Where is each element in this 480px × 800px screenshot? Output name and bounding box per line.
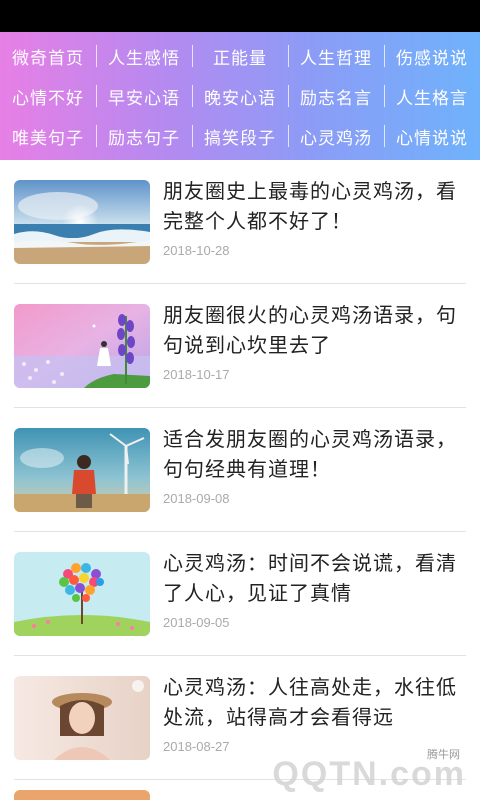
article-thumbnail <box>14 552 150 636</box>
nav-item[interactable]: 人生哲理 <box>288 36 384 76</box>
girl-lavender-image <box>14 304 150 388</box>
girl-windmill-image <box>14 428 150 512</box>
article-item[interactable]: 心灵鸡汤：时间不会说谎，看清了人心，见证了真情 2018-09-05 <box>0 532 480 656</box>
article-thumbnail <box>14 304 150 388</box>
article-date: 2018-08-27 <box>163 739 230 754</box>
article-date: 2018-10-17 <box>163 367 230 382</box>
article-date: 2018-09-05 <box>163 615 230 630</box>
nav-item[interactable]: 心灵鸡汤 <box>288 116 384 156</box>
sea-sunset-image <box>14 180 150 264</box>
article-date: 2018-10-28 <box>163 243 230 258</box>
girl-hat-image <box>14 676 150 760</box>
nav-item[interactable]: 早安心语 <box>96 76 192 116</box>
article-date: 2018-09-08 <box>163 491 230 506</box>
heart-tree-image <box>14 552 150 636</box>
nav-item[interactable]: 搞笑段子 <box>192 116 288 156</box>
nav-item[interactable]: 励志名言 <box>288 76 384 116</box>
nav-item[interactable]: 伤感说说 <box>384 36 480 76</box>
status-bar <box>0 0 480 32</box>
nav-item[interactable]: 心情说说 <box>384 116 480 156</box>
watermark-logo: QQTN.com <box>272 755 466 793</box>
nav-item[interactable]: 正能量 <box>192 36 288 76</box>
nav-item[interactable]: 唯美句子 <box>0 116 96 156</box>
article-title: 朋友圈史上最毒的心灵鸡汤，看完整个人都不好了！ <box>163 179 457 233</box>
article-item[interactable]: 朋友圈史上最毒的心灵鸡汤，看完整个人都不好了！ 2018-10-28 <box>0 160 480 284</box>
nav-item[interactable]: 微奇首页 <box>0 36 96 76</box>
article-thumbnail <box>14 676 150 760</box>
nav-item[interactable]: 励志句子 <box>96 116 192 156</box>
article-list: 朋友圈史上最毒的心灵鸡汤，看完整个人都不好了！ 2018-10-28 朋友圈很火… <box>0 160 480 780</box>
article-title: 朋友圈很火的心灵鸡汤语录，句句说到心坎里去了 <box>163 303 457 357</box>
nav-item[interactable]: 心情不好 <box>0 76 96 116</box>
article-item[interactable]: 朋友圈很火的心灵鸡汤语录，句句说到心坎里去了 2018-10-17 <box>0 284 480 408</box>
article-thumbnail <box>14 180 150 264</box>
article-title: 适合发朋友圈的心灵鸡汤语录，句句经典有道理！ <box>163 427 457 481</box>
article-thumbnail <box>14 428 150 512</box>
article-title: 心灵鸡汤：时间不会说谎，看清了人心，见证了真情 <box>163 551 457 605</box>
category-nav: 微奇首页 人生感悟 正能量 人生哲理 伤感说说 心情不好 早安心语 晚安心语 励… <box>0 32 480 160</box>
next-article-thumbnail-peek <box>14 790 150 800</box>
nav-item[interactable]: 人生格言 <box>384 76 480 116</box>
nav-item[interactable]: 人生感悟 <box>96 36 192 76</box>
article-title: 心灵鸡汤：人往高处走，水往低处流，站得高才会看得远 <box>163 675 457 729</box>
nav-item[interactable]: 晚安心语 <box>192 76 288 116</box>
article-item[interactable]: 适合发朋友圈的心灵鸡汤语录，句句经典有道理！ 2018-09-08 <box>0 408 480 532</box>
